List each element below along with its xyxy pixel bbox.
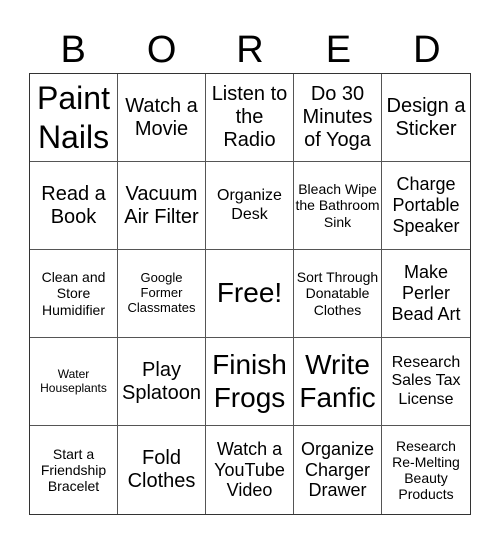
bingo-cell[interactable]: Watch a YouTube Video [206,426,294,514]
bingo-cell[interactable]: Start a Friendship Bracelet [30,426,118,514]
bingo-cell[interactable]: Paint Nails [30,74,118,162]
bingo-cell[interactable]: Read a Book [30,162,118,250]
header-letter: O [146,29,177,71]
bingo-cell[interactable]: Charge Portable Speaker [382,162,470,250]
bingo-cell[interactable]: Make Perler Bead Art [382,250,470,338]
bingo-cell[interactable]: Organize Charger Drawer [294,426,382,514]
bingo-cell[interactable]: Vacuum Air Filter [118,162,206,250]
bingo-cell[interactable]: Watch a Movie [118,74,206,162]
bingo-cell[interactable]: Bleach Wipe the Bathroom Sink [294,162,382,250]
bingo-header: B O R E D [29,28,471,73]
bingo-cell[interactable]: Google Former Classmates [118,250,206,338]
bingo-cell[interactable]: Organize Desk [206,162,294,250]
bingo-cell[interactable]: Fold Clothes [118,426,206,514]
bingo-grid: Paint Nails Watch a Movie Listen to the … [29,73,471,515]
header-letter: D [413,29,441,71]
bingo-cell[interactable]: Listen to the Radio [206,74,294,162]
header-letter: B [60,29,86,71]
header-letter: R [236,29,264,71]
bingo-cell[interactable]: Research Sales Tax License [382,338,470,426]
bingo-cell[interactable]: Write Fanfic [294,338,382,426]
bingo-cell[interactable]: Play Splatoon [118,338,206,426]
bingo-cell[interactable]: Do 30 Minutes of Yoga [294,74,382,162]
bingo-cell[interactable]: Finish Frogs [206,338,294,426]
bingo-cell[interactable]: Water Houseplants [30,338,118,426]
bingo-cell[interactable]: Clean and Store Humidifier [30,250,118,338]
bingo-cell[interactable]: Design a Sticker [382,74,470,162]
header-letter: E [325,29,352,71]
bingo-cell[interactable]: Research Re-Melting Beauty Products [382,426,470,514]
free-space[interactable]: Free! [206,250,294,338]
bingo-cell[interactable]: Sort Through Donatable Clothes [294,250,382,338]
